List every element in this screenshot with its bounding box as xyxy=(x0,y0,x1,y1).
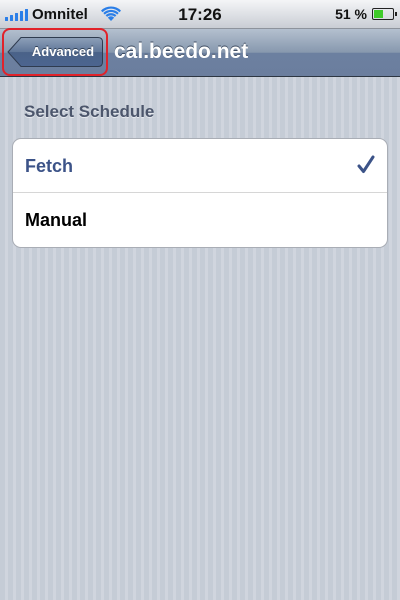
battery-percent: 51 % xyxy=(335,6,367,22)
status-bar: Omnitel 17:26 51 % xyxy=(0,0,400,29)
highlight-box xyxy=(2,28,108,76)
option-fetch[interactable]: Fetch xyxy=(13,139,387,193)
checkmark-icon xyxy=(357,155,375,173)
option-manual[interactable]: Manual xyxy=(13,193,387,247)
battery-icon xyxy=(372,8,397,20)
schedule-options-group: Fetch Manual xyxy=(12,138,388,248)
battery-fill xyxy=(374,10,383,18)
option-fetch-label: Fetch xyxy=(25,156,74,176)
option-manual-label: Manual xyxy=(25,210,88,230)
nav-title: cal.beedo.net xyxy=(114,40,249,63)
section-header: Select Schedule xyxy=(24,102,155,121)
